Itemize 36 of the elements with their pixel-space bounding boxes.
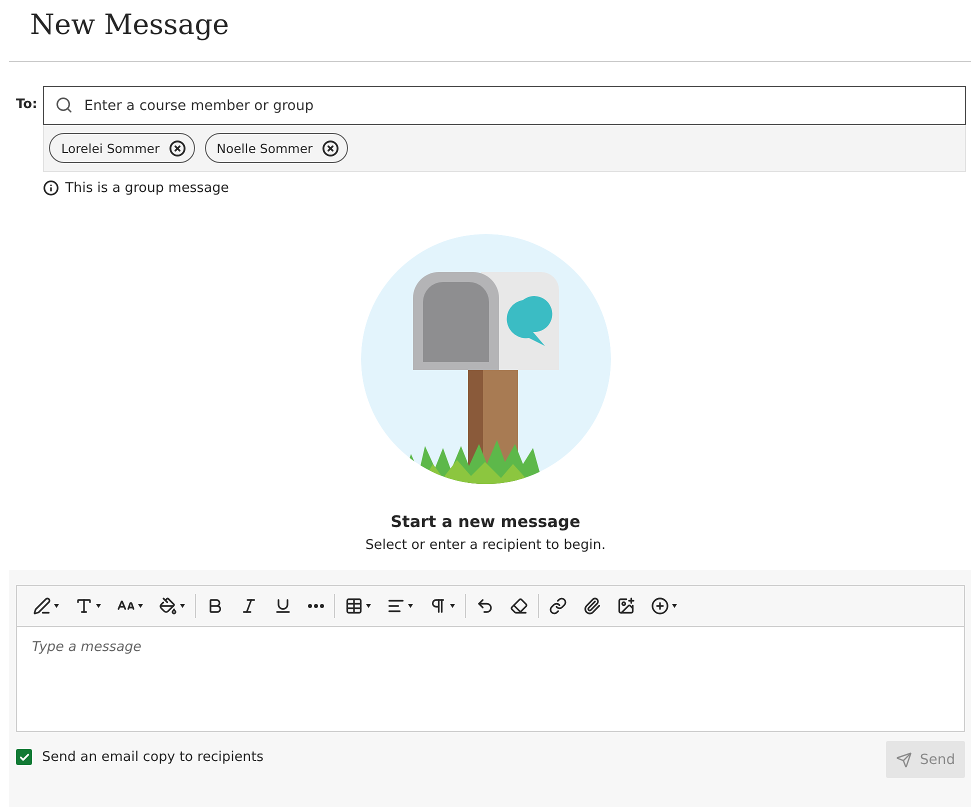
- link-icon: [549, 597, 567, 615]
- underline-icon: [274, 597, 292, 615]
- image-icon: [617, 597, 635, 615]
- caret-icon: [672, 604, 677, 608]
- recipient-chip[interactable]: Noelle Sommer: [204, 133, 348, 163]
- caret-icon: [366, 604, 371, 608]
- italic-icon: [240, 597, 258, 615]
- group-message-note: This is a group message: [65, 180, 229, 196]
- to-label: To:: [16, 96, 38, 114]
- email-copy-checkbox[interactable]: [16, 749, 32, 765]
- search-icon: [55, 96, 74, 114]
- caret-icon: [450, 604, 455, 608]
- send-icon: [896, 752, 912, 768]
- font-icon: [75, 597, 93, 615]
- empty-heading: Start a new message: [390, 512, 580, 531]
- align-icon: [387, 597, 405, 615]
- recipient-search-field[interactable]: Enter a course member or group: [43, 86, 966, 125]
- remove-icon[interactable]: [322, 140, 339, 156]
- caret-icon: [54, 604, 59, 608]
- check-icon: [18, 752, 30, 762]
- caret-icon: [408, 604, 413, 608]
- caret-icon: [138, 604, 143, 608]
- page-title: New Message: [29, 7, 230, 43]
- info-icon: [43, 180, 60, 196]
- paragraph-icon: [429, 597, 447, 615]
- email-copy-label: Send an email copy to recipients: [42, 749, 264, 765]
- table-icon: [345, 597, 363, 615]
- recipient-chip[interactable]: Lorelei Sommer: [49, 133, 195, 163]
- remove-icon[interactable]: [168, 140, 186, 156]
- caret-icon: [96, 604, 101, 608]
- message-input[interactable]: Type a message: [16, 627, 965, 732]
- caret-icon: [180, 604, 185, 608]
- empty-text: Select or enter a recipient to begin.: [365, 537, 606, 553]
- more-icon: [308, 604, 324, 608]
- eraser-icon: [510, 597, 528, 615]
- undo-icon: [476, 597, 494, 615]
